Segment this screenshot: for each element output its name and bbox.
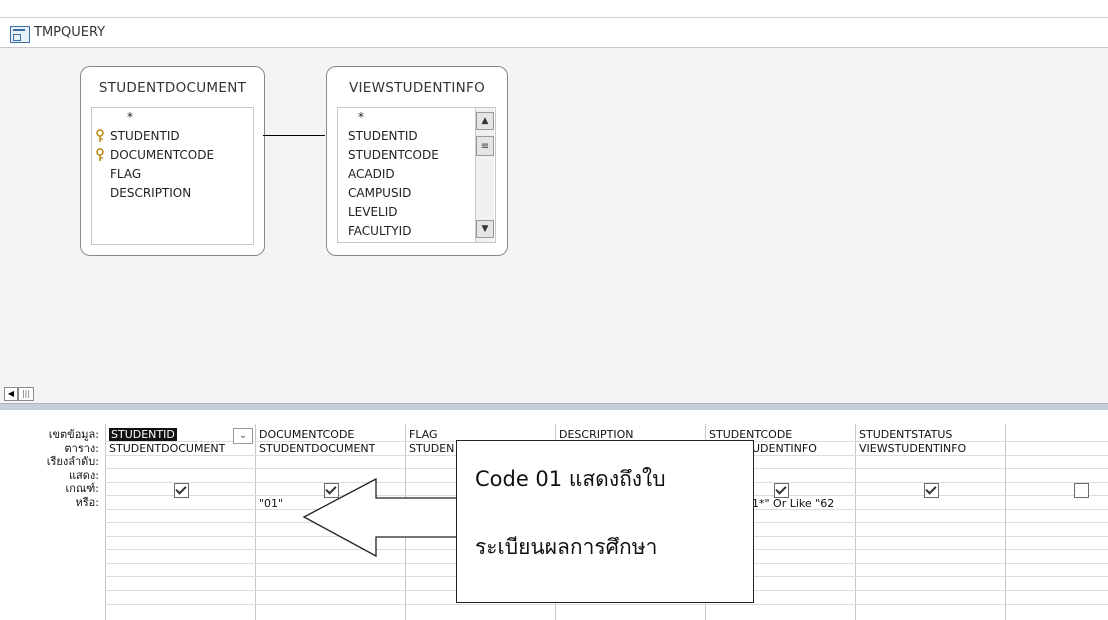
grid-field-cell[interactable]: STUDENTID (109, 428, 177, 441)
field-item[interactable]: ACADID (338, 165, 495, 184)
query-icon (10, 26, 30, 43)
grid-field-cell[interactable]: DOCUMENTCODE (259, 428, 354, 441)
grid-field-cell[interactable]: FLAG (409, 428, 438, 441)
table-viewstudentinfo[interactable]: VIEWSTUDENTINFO * STUDENTID STUDENTCODE … (326, 66, 508, 256)
grid-criteria-cell[interactable]: 1*" Or Like "62 (752, 497, 834, 510)
scroll-thumb[interactable]: ||| (18, 387, 34, 401)
upper-pane-hscrollbar[interactable]: ◀ ||| (0, 385, 1108, 403)
row-label-show: แสดง: (68, 468, 99, 482)
scroll-left-icon[interactable]: ◀ (4, 387, 18, 401)
grid-table-cell[interactable]: VIEWSTUDENTINFO (859, 442, 966, 455)
show-checkbox[interactable] (774, 483, 789, 498)
scroll-thumb[interactable]: ≡ (476, 136, 494, 156)
scroll-down-icon[interactable]: ▼ (476, 220, 494, 238)
row-divider (105, 604, 1108, 605)
field-list[interactable]: * STUDENTID DOCUMENTCODE FLAG DESCRIPTIO… (91, 107, 254, 245)
callout-line-1: Code 01 แสดงถึงใบ (475, 467, 666, 491)
scroll-up-icon[interactable]: ▲ (476, 112, 494, 130)
annotation-callout: Code 01 แสดงถึงใบ ระเบียนผลการศึกษา (456, 440, 754, 603)
field-item[interactable]: FACULTYID (338, 222, 495, 241)
field-item[interactable]: STUDENTCODE (338, 146, 495, 165)
grid-table-cell[interactable]: STUDENTDOCUMENT (259, 442, 375, 455)
table-studentdocument[interactable]: STUDENTDOCUMENT * STUDENTID DOCUMENTCODE… (80, 66, 265, 256)
field-item[interactable]: DOCUMENTCODE (92, 146, 253, 165)
field-list[interactable]: * STUDENTID STUDENTCODE ACADID CAMPUSID … (337, 107, 496, 243)
grid-table-cell[interactable]: UDENTINFO (752, 442, 817, 455)
field-item[interactable]: LEVELID (338, 203, 495, 222)
field-item[interactable]: DESCRIPTION (92, 184, 253, 203)
grid-field-cell[interactable]: STUDENTSTATUS (859, 428, 952, 441)
relationship-line[interactable] (263, 135, 325, 136)
row-label-or: หรือ: (75, 495, 99, 509)
show-checkbox[interactable] (924, 483, 939, 498)
row-label-sort: เรียงลำดับ: (46, 455, 99, 468)
row-label-field: เขตข้อมูล: (48, 428, 99, 441)
callout-line-2: ระเบียนผลการศึกษา (475, 535, 658, 559)
grid-criteria-cell[interactable]: "01" (259, 497, 283, 510)
field-list-scrollbar[interactable]: ▲ ≡ ▼ (475, 108, 494, 242)
row-label-criteria: เกณฑ์: (65, 482, 99, 495)
field-item[interactable]: STUDENTID (92, 127, 253, 146)
query-design-pane: STUDENTDOCUMENT * STUDENTID DOCUMENTCODE… (0, 47, 1108, 386)
table-title: STUDENTDOCUMENT (98, 80, 247, 96)
row-label-table: ตาราง: (64, 441, 99, 455)
field-item[interactable]: * (338, 108, 495, 127)
primary-key-icon (96, 148, 104, 161)
field-item[interactable]: CAMPUSID (338, 184, 495, 203)
table-title: VIEWSTUDENTINFO (348, 80, 486, 96)
chevron-down-icon[interactable]: ⌄ (233, 428, 253, 444)
show-checkbox[interactable] (1074, 483, 1089, 498)
show-checkbox[interactable] (174, 483, 189, 498)
primary-key-icon (96, 129, 104, 142)
query-tab[interactable]: TMPQUERY (0, 17, 1108, 48)
field-item[interactable]: FLAG (92, 165, 253, 184)
field-item[interactable]: * (92, 108, 253, 127)
grid-row-labels: เขตข้อมูล: ตาราง: เรียงลำดับ: แสดง: เกณฑ… (0, 428, 103, 509)
grid-table-cell[interactable]: STUDENTDOCUMENT (109, 442, 225, 455)
query-title: TMPQUERY (34, 25, 106, 40)
field-item[interactable]: STUDENTID (338, 127, 495, 146)
grid-table-cell[interactable]: STUDEN (409, 442, 454, 455)
callout-arrow-icon (302, 477, 458, 558)
